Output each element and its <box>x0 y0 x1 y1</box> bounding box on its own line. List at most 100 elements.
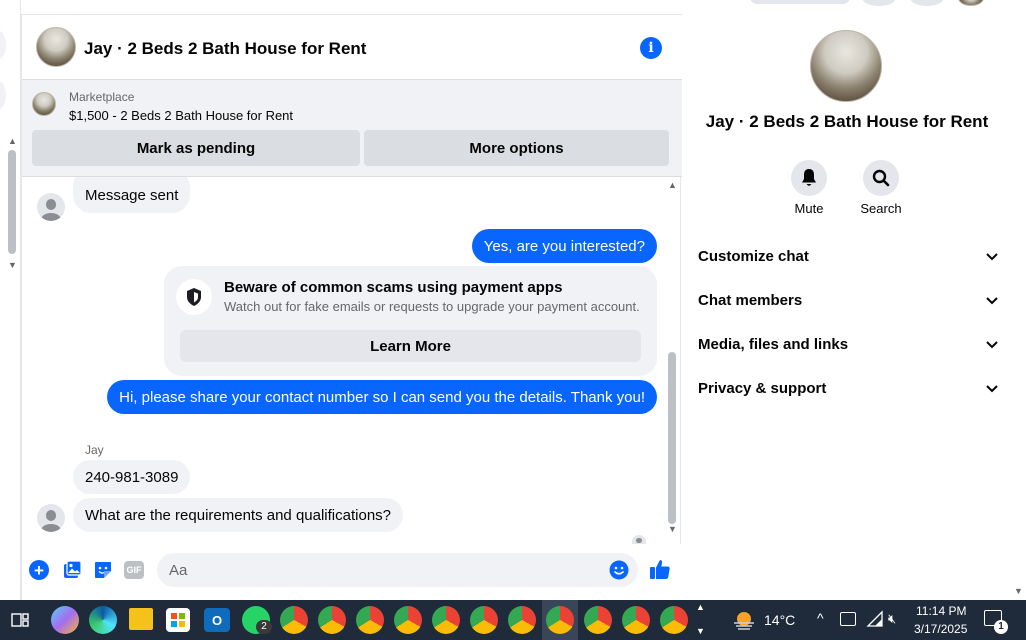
chrome-profile-icon[interactable] <box>622 606 650 634</box>
volume-muted-icon[interactable]: 🔇︎ <box>888 611 896 627</box>
photo-icon[interactable] <box>62 560 82 580</box>
learn-more-button[interactable]: Learn More <box>180 330 641 362</box>
chrome-profile-icon[interactable] <box>660 606 688 634</box>
info-icon[interactable]: i <box>640 37 662 59</box>
message-bubble-outgoing[interactable]: Yes, are you interested? <box>471 229 657 263</box>
section-label: Privacy & support <box>698 379 827 397</box>
composer-bar: + GIF Aa <box>22 544 682 600</box>
top-search-pill[interactable] <box>750 0 850 4</box>
chat-details-panel: Jay · 2 Beds 2 Bath House for Rent Mute … <box>682 14 1026 600</box>
section-chat-members[interactable]: Chat members <box>698 287 998 313</box>
notification-badge: 1 <box>994 620 1008 634</box>
scroll-down-arrow[interactable]: ▼ <box>8 260 17 270</box>
edge-icon[interactable] <box>89 606 117 634</box>
scam-warning-body: Watch out for fake emails or requests to… <box>224 299 640 314</box>
scroll-up-arrow[interactable]: ▲ <box>8 136 17 146</box>
chat-header: Jay · 2 Beds 2 Bath House for Rent i <box>22 14 682 80</box>
outlook-icon[interactable]: O <box>204 608 230 632</box>
taskbar-scroll-down-icon[interactable]: ▼ <box>696 626 705 636</box>
chrome-profile-icon[interactable] <box>470 606 498 634</box>
scroll-down-arrow[interactable]: ▼ <box>668 524 677 534</box>
emoji-icon[interactable] <box>609 560 629 580</box>
chrome-profile-icon[interactable] <box>356 606 384 634</box>
task-view-icon[interactable] <box>10 610 30 630</box>
chrome-icon[interactable] <box>280 606 308 634</box>
seen-indicator-avatar <box>632 535 646 544</box>
temperature[interactable]: 14°C <box>764 612 795 628</box>
mute-label[interactable]: Mute <box>777 201 841 216</box>
shield-icon <box>176 279 212 315</box>
message-thread: Message sent Yes, are you interested? Be… <box>22 177 682 544</box>
listing-price-title[interactable]: $1,500 - 2 Beds 2 Bath House for Rent <box>69 108 293 123</box>
mark-as-pending-button[interactable]: Mark as pending <box>32 130 360 166</box>
more-options-button[interactable]: More options <box>364 130 669 166</box>
gif-icon[interactable]: GIF <box>124 561 144 579</box>
scam-warning-title: Beware of common scams using payment app… <box>224 279 563 296</box>
clock-date[interactable]: 3/17/2025 <box>914 622 967 636</box>
section-customize-chat[interactable]: Customize chat <box>698 243 998 269</box>
section-privacy-support[interactable]: Privacy & support <box>698 375 998 401</box>
chrome-profile-icon[interactable] <box>546 606 574 634</box>
top-messenger-button[interactable] <box>910 0 944 6</box>
message-bubble[interactable]: Message sent <box>73 177 191 213</box>
search-icon[interactable] <box>863 160 899 196</box>
section-label: Customize chat <box>698 247 809 265</box>
message-bubble[interactable]: What are the requirements and qualificat… <box>73 498 404 532</box>
sender-name: Jay <box>85 443 104 457</box>
battery-icon[interactable] <box>840 612 856 626</box>
section-media-files-links[interactable]: Media, files and links <box>698 331 998 357</box>
thread-scrollbar[interactable]: ▲ ▼ <box>667 180 679 534</box>
mute-bell-icon[interactable] <box>791 160 827 196</box>
chevron-down-icon <box>986 336 998 353</box>
clock-time[interactable]: 11:14 PM <box>916 604 966 618</box>
chevron-down-icon <box>986 292 998 309</box>
section-label: Media, files and links <box>698 335 849 353</box>
message-bubble-outgoing[interactable]: Hi, please share your contact number so … <box>107 380 657 414</box>
taskbar-scroll-up-icon[interactable]: ▲ <box>696 602 705 612</box>
sticker-icon[interactable] <box>93 560 113 580</box>
details-avatar[interactable] <box>810 30 882 102</box>
chrome-profile-icon[interactable] <box>508 606 536 634</box>
account-avatar[interactable] <box>958 0 984 6</box>
chrome-profile-icon[interactable] <box>584 606 612 634</box>
chrome-profile-icon[interactable] <box>432 606 460 634</box>
copilot-icon[interactable] <box>51 606 79 634</box>
scroll-up-arrow[interactable]: ▲ <box>668 180 677 190</box>
scrollbar-thumb[interactable] <box>8 150 16 254</box>
weather-icon[interactable] <box>732 610 756 630</box>
scrollbar-thumb[interactable] <box>668 352 676 524</box>
windows-taskbar: O 2 ▲ ▼ 14°C ^ 🔇︎ 11:14 PM 3/17/2025 1 <box>0 600 1026 640</box>
chevron-down-icon <box>986 380 998 397</box>
chrome-profile-icon[interactable] <box>318 606 346 634</box>
whatsapp-badge: 2 <box>256 620 272 634</box>
chat-panel: Jay · 2 Beds 2 Bath House for Rent i Mar… <box>21 14 682 600</box>
scam-warning-card: Beware of common scams using payment app… <box>164 266 657 376</box>
ms-store-icon[interactable] <box>166 608 190 632</box>
chat-avatar[interactable] <box>36 27 76 67</box>
wifi-icon[interactable] <box>866 610 884 628</box>
contact-avatar[interactable] <box>37 193 65 221</box>
list-avatar[interactable] <box>0 80 6 110</box>
message-bubble[interactable]: 240-981-3089 <box>73 460 191 494</box>
top-bar <box>682 0 1026 14</box>
contact-avatar[interactable] <box>37 504 65 532</box>
chevron-down-icon <box>986 248 998 265</box>
section-label: Chat members <box>698 291 803 309</box>
top-menu-button[interactable] <box>862 0 896 6</box>
search-label[interactable]: Search <box>849 201 913 216</box>
marketplace-label: Marketplace <box>69 90 135 104</box>
list-avatar[interactable] <box>0 30 6 60</box>
chat-title[interactable]: Jay · 2 Beds 2 Bath House for Rent <box>84 39 366 59</box>
file-explorer-icon[interactable] <box>129 608 153 630</box>
conversation-list-edge: ▲ ▼ <box>0 0 21 600</box>
marketplace-banner: Marketplace $1,500 - 2 Beds 2 Bath House… <box>22 80 682 177</box>
page-scroll-down-arrow[interactable]: ▼ <box>1014 586 1023 596</box>
like-thumb-icon[interactable] <box>649 558 671 580</box>
listing-thumbnail[interactable] <box>32 92 56 116</box>
message-input-placeholder: Aa <box>169 562 188 579</box>
message-input[interactable]: Aa <box>157 553 638 587</box>
plus-icon[interactable]: + <box>29 560 49 580</box>
tray-overflow-chevron-icon[interactable]: ^ <box>817 610 824 626</box>
details-title: Jay · 2 Beds 2 Bath House for Rent <box>705 112 989 131</box>
chrome-profile-icon[interactable] <box>394 606 422 634</box>
